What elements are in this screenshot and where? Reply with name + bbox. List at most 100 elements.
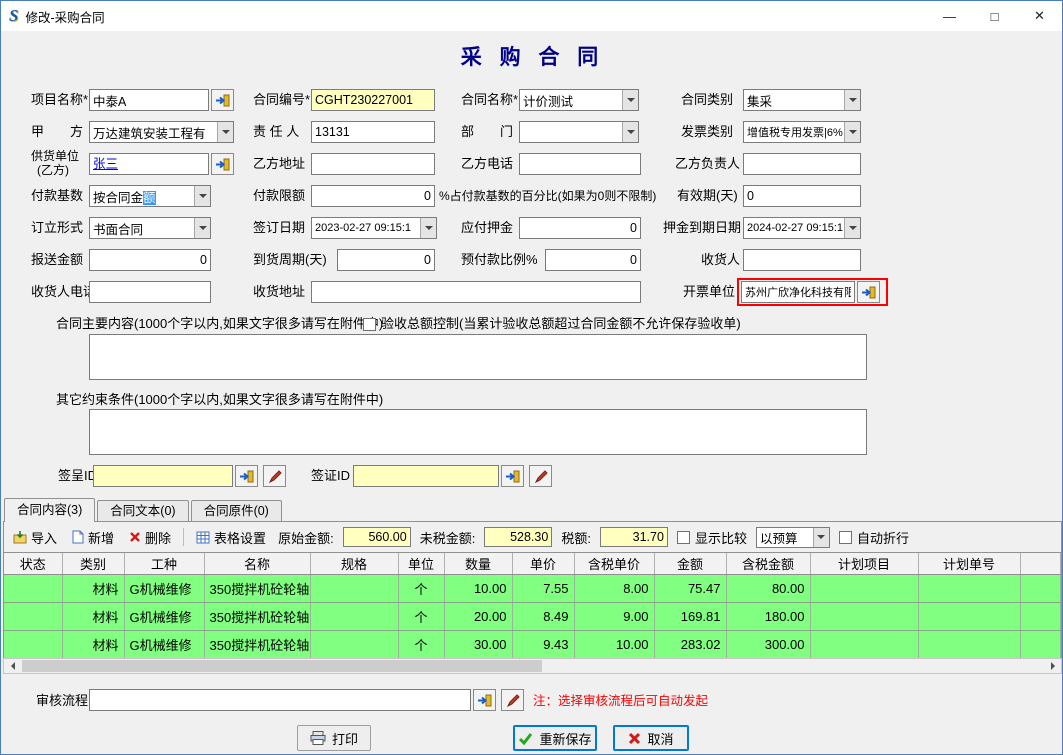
invoice-unit-input[interactable]	[741, 281, 855, 303]
delivery-days-input[interactable]	[337, 249, 435, 271]
supplier-value[interactable]: 张三	[93, 157, 118, 171]
project-name-input[interactable]	[89, 89, 209, 111]
maximize-button[interactable]: □	[972, 1, 1017, 31]
payment-base-select[interactable]: 按合同金额	[89, 185, 211, 207]
delete-button[interactable]: 删除	[126, 526, 174, 549]
responsible-input[interactable]	[311, 121, 435, 143]
receiver-input[interactable]	[743, 249, 861, 271]
original-amount-input[interactable]	[343, 527, 411, 547]
party-b-phone-input[interactable]	[519, 153, 641, 175]
scroll-right-icon[interactable]	[1045, 659, 1061, 673]
supplier-lookup-button[interactable]	[211, 153, 234, 175]
chevron-down-icon[interactable]	[194, 218, 210, 238]
project-name-lookup-button[interactable]	[211, 89, 234, 111]
tab-contract-content[interactable]: 合同内容(3)	[4, 498, 95, 522]
invoice-type-value: 增值税专用发票|6%	[744, 124, 844, 140]
visa-id-lookup-button[interactable]	[501, 465, 524, 487]
calendar-dropdown-icon[interactable]	[420, 218, 436, 238]
responsible-label: 责 任 人	[253, 121, 299, 143]
table-row[interactable]: 材料G机械维修350搅拌机砼轮轴个30.009.4310.00283.02300…	[4, 630, 1061, 658]
table-row[interactable]: 材料G机械维修350搅拌机砼轮轴个10.007.558.0075.4780.00	[4, 574, 1061, 602]
invoice-unit-lookup-button[interactable]	[857, 281, 880, 303]
import-button[interactable]: 导入	[10, 526, 60, 549]
visa-id-pen-button[interactable]	[529, 465, 552, 487]
column-header-category[interactable]: 类别	[62, 553, 124, 574]
cell-qty: 30.00	[444, 630, 512, 658]
party-b-manager-input[interactable]	[743, 153, 861, 175]
column-header-unit[interactable]: 单位	[398, 553, 444, 574]
cancel-button[interactable]: 取消	[613, 725, 689, 751]
party-b-address-input[interactable]	[311, 153, 435, 175]
receiver-phone-input[interactable]	[89, 281, 211, 303]
column-header-price[interactable]: 单价	[512, 553, 574, 574]
grid-settings-button[interactable]: 表格设置	[193, 526, 269, 549]
minimize-button[interactable]: —	[927, 1, 972, 31]
deposit-input[interactable]	[519, 217, 641, 239]
column-header-name[interactable]: 名称	[204, 553, 310, 574]
approval-flow-note: 注：选择审核流程后可自动发起	[533, 689, 708, 713]
tab-contract-text[interactable]: 合同文本(0)	[97, 500, 188, 522]
table-header-row: 状态类别工种名称规格单位数量单价含税单价金额含税金额计划项目计划单号	[4, 553, 1061, 574]
visa-id-input[interactable]	[353, 465, 499, 487]
approval-flow-pen-button[interactable]	[501, 689, 524, 711]
chevron-down-icon[interactable]	[217, 122, 233, 142]
invoice-type-select[interactable]: 增值税专用发票|6%	[743, 121, 861, 143]
prepay-ratio-input[interactable]	[545, 249, 641, 271]
horizontal-scrollbar[interactable]	[3, 658, 1062, 674]
column-header-spec[interactable]: 规格	[310, 553, 398, 574]
lookup-icon	[215, 94, 230, 107]
cell-filler	[1020, 602, 1061, 630]
compare-base-select[interactable]: 以预算	[756, 527, 830, 548]
tab-contract-original[interactable]: 合同原件(0)	[191, 500, 282, 522]
other-terms-textarea[interactable]	[89, 409, 867, 455]
acceptance-control-checkbox[interactable]	[363, 318, 376, 331]
chevron-down-icon[interactable]	[194, 186, 210, 206]
resave-button[interactable]: 重新保存	[513, 725, 597, 751]
chevron-down-icon[interactable]	[622, 90, 638, 110]
untaxed-amount-input[interactable]	[484, 527, 552, 547]
chevron-down-icon[interactable]	[622, 122, 638, 142]
form-type-select[interactable]: 书面合同	[89, 217, 211, 239]
sign-id-pen-button[interactable]	[263, 465, 286, 487]
column-header-trade[interactable]: 工种	[124, 553, 204, 574]
party-a-select[interactable]: 万达建筑安装工程有	[89, 121, 234, 143]
sign-id-input[interactable]	[93, 465, 233, 487]
contract-name-select[interactable]: 计价测试	[519, 89, 639, 111]
contract-no-input[interactable]	[311, 89, 435, 111]
auto-wrap-checkbox[interactable]	[839, 531, 852, 544]
column-header-tax_price[interactable]: 含税单价	[574, 553, 654, 574]
new-button[interactable]: 新增	[69, 526, 117, 549]
scrollbar-thumb[interactable]	[22, 660, 542, 672]
deposit-due-picker[interactable]: 2024-02-27 09:15:1	[743, 217, 861, 239]
calendar-dropdown-icon[interactable]	[844, 218, 860, 238]
scrollbar-track[interactable]	[20, 659, 1045, 673]
receive-address-input[interactable]	[311, 281, 641, 303]
main-content-textarea[interactable]	[89, 334, 867, 380]
column-header-plan_item[interactable]: 计划项目	[810, 553, 918, 574]
chevron-down-icon[interactable]	[844, 122, 860, 142]
supplier-input[interactable]: 张三	[89, 153, 209, 175]
print-button[interactable]: 打印	[297, 725, 371, 751]
column-header-status[interactable]: 状态	[4, 553, 62, 574]
approval-flow-input[interactable]	[89, 689, 471, 711]
close-button[interactable]: ✕	[1017, 1, 1062, 31]
sign-date-picker[interactable]: 2023-02-27 09:15:1	[311, 217, 437, 239]
report-amount-input[interactable]	[89, 249, 211, 271]
column-header-plan_no[interactable]: 计划单号	[918, 553, 1020, 574]
sign-id-lookup-button[interactable]	[235, 465, 258, 487]
column-header-tax_amount[interactable]: 含税金额	[726, 553, 810, 574]
approval-flow-lookup-button[interactable]	[473, 689, 496, 711]
show-compare-checkbox[interactable]	[677, 531, 690, 544]
tax-amount-input[interactable]	[600, 527, 668, 547]
payment-limit-input[interactable]	[311, 185, 435, 207]
title-bar[interactable]: S 修改-采购合同 — □ ✕	[1, 1, 1062, 31]
department-select[interactable]	[519, 121, 639, 143]
valid-days-input[interactable]	[743, 185, 861, 207]
table-row[interactable]: 材料G机械维修350搅拌机砼轮轴个20.008.499.00169.81180.…	[4, 602, 1061, 630]
column-header-qty[interactable]: 数量	[444, 553, 512, 574]
contract-category-select[interactable]: 集采	[743, 89, 861, 111]
chevron-down-icon[interactable]	[844, 90, 860, 110]
column-header-amount[interactable]: 金额	[654, 553, 726, 574]
scroll-left-icon[interactable]	[4, 659, 20, 673]
chevron-down-icon[interactable]	[813, 528, 829, 547]
